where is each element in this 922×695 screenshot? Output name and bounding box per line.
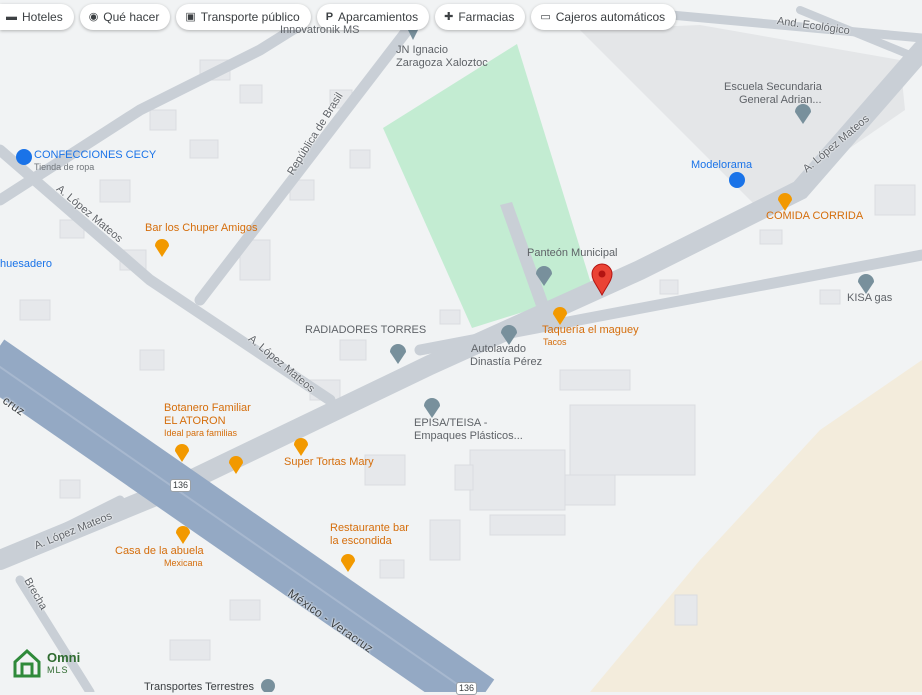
chip-hotels[interactable]: ▬ Hoteles [0, 4, 74, 30]
label-escuela-2[interactable]: General Adrian... [739, 94, 822, 106]
shop-pin-icon [16, 149, 32, 165]
camera-icon: ◉ [88, 10, 99, 23]
label-botanero-sub: Ideal para familias [164, 428, 238, 438]
label-bar-chuper[interactable]: Bar los Chuper Amigos [145, 222, 258, 234]
label-botanero[interactable]: Botanero Familiar [164, 402, 251, 414]
label-restaurante[interactable]: Restaurante bar [330, 522, 409, 534]
label-confecciones[interactable]: CONFECCIONES CECY [34, 149, 156, 161]
label-panteon[interactable]: Panteón Municipal [527, 247, 618, 259]
house-logo-icon [13, 648, 41, 678]
label-episa-2[interactable]: Empaques Plásticos... [414, 430, 523, 442]
label-innovatronik[interactable]: Innovatronik MS [280, 24, 359, 36]
label-modelorama[interactable]: Modelorama [691, 159, 752, 171]
label-taqueria[interactable]: Taquería el maguey [542, 324, 639, 336]
pharmacy-icon: ✚ [444, 10, 454, 23]
label-radiadores[interactable]: RADIADORES TORRES [305, 324, 426, 336]
label-tortas[interactable]: Super Tortas Mary [284, 456, 374, 468]
chip-things-to-do[interactable]: ◉ Qué hacer [79, 4, 171, 30]
label-transportes[interactable]: Transportes Terrestres [144, 681, 254, 693]
label-casa-abuela-sub: Mexicana [164, 558, 203, 568]
parking-icon: P [325, 10, 334, 23]
label-episa[interactable]: EPISA/TEISA - [414, 417, 487, 429]
hotel-icon: ▬ [6, 10, 17, 23]
logo-line2: MLS [47, 665, 69, 675]
label-restaurante-2[interactable]: la escondida [330, 535, 392, 547]
chip-atms[interactable]: ▭ Cajeros automáticos [531, 4, 677, 30]
omni-mls-logo: Omni MLS [12, 648, 80, 678]
label-confecciones-sub: Tienda de ropa [34, 162, 95, 172]
label-kisa[interactable]: KISA gas [847, 292, 892, 304]
label-casa-abuela[interactable]: Casa de la abuela [115, 545, 204, 557]
highway-shield-136: 136 [170, 479, 192, 492]
atm-icon: ▭ [540, 10, 551, 23]
label-taqueria-sub: Tacos [543, 337, 567, 347]
label-escuela[interactable]: Escuela Secundaria [724, 81, 822, 93]
logo-line1: Omni [47, 650, 81, 665]
bus-icon: ▣ [185, 10, 196, 23]
label-botanero-2[interactable]: EL ATORON [164, 415, 226, 427]
label-jn-ignacio[interactable]: JN Ignacio [396, 44, 448, 56]
label-autolavado[interactable]: Autolavado [471, 343, 526, 355]
label-comida-corrida[interactable]: COMIDA CORRIDA [766, 210, 863, 222]
modelorama-pin-icon [729, 172, 745, 188]
label-autolavado-2[interactable]: Dinastía Pérez [470, 356, 542, 368]
label-huesadero[interactable]: huesadero [0, 258, 52, 270]
chip-pharmacies[interactable]: ✚ Farmacias [435, 4, 526, 30]
highway-shield-136-b: 136 [456, 682, 478, 695]
label-jn-ignacio-2[interactable]: Zaragoza Xaloztoc [396, 57, 488, 69]
